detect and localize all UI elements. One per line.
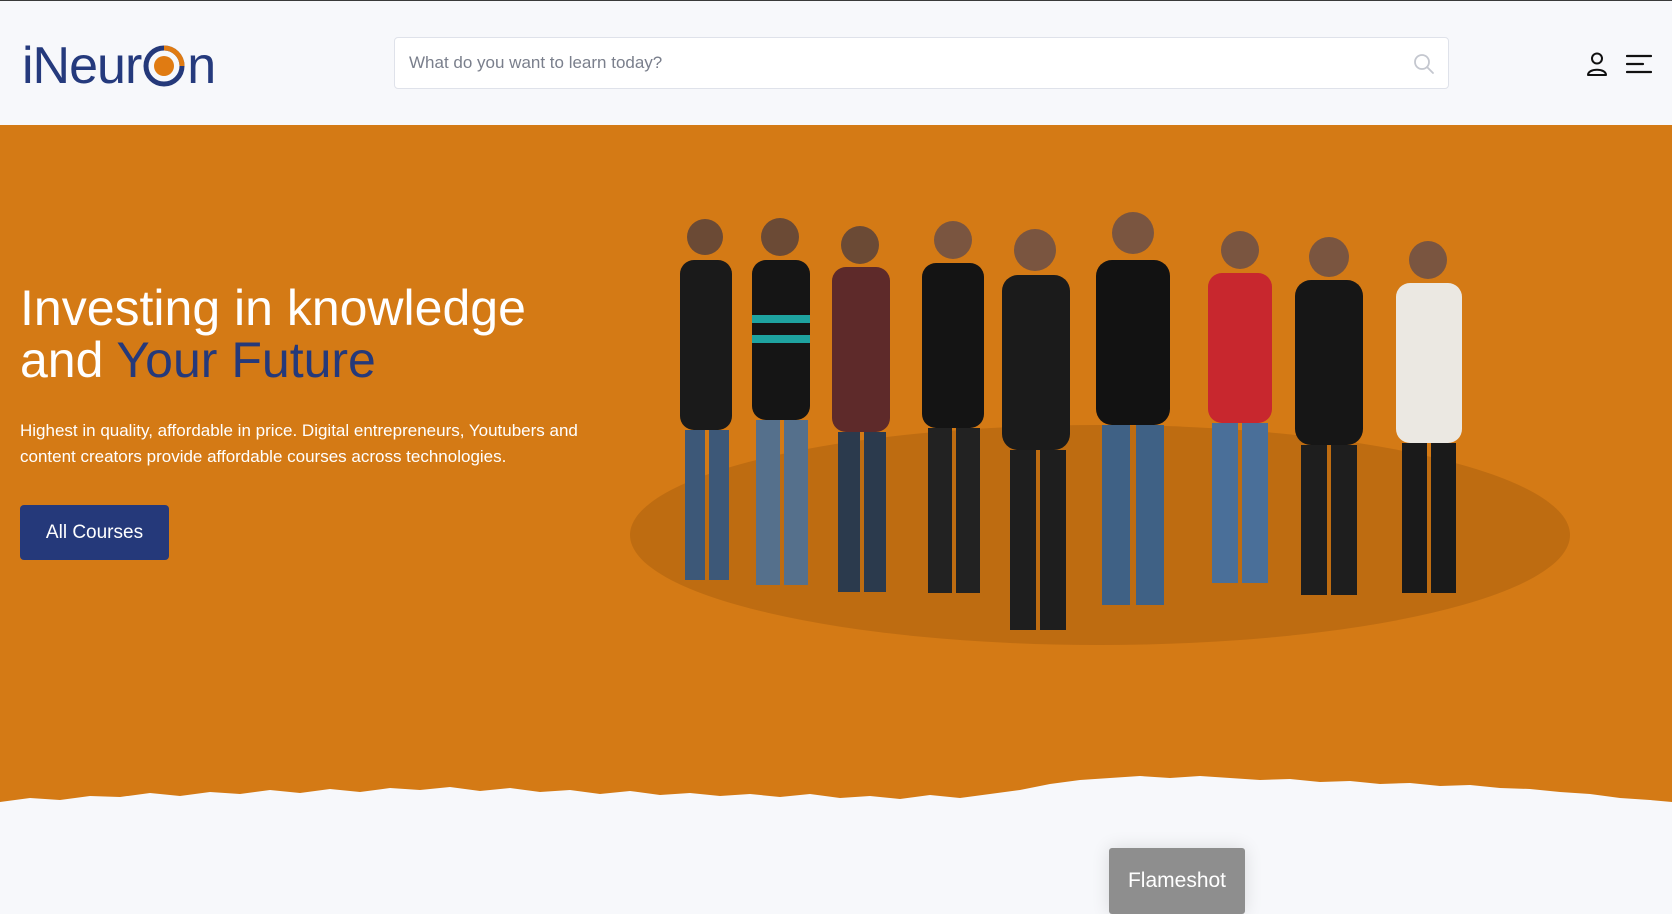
logo-o-icon xyxy=(142,44,186,88)
search-icon[interactable] xyxy=(1412,52,1436,76)
person-5 xyxy=(1002,229,1070,630)
navbar: iNeur n xyxy=(0,1,1672,125)
team-photo xyxy=(630,212,1570,645)
menu-icon[interactable] xyxy=(1626,54,1652,74)
hero-title: Investing in knowledge and Your Future xyxy=(20,282,526,386)
logo-text-prefix: iNeur xyxy=(22,37,142,95)
hero-subtitle: Highest in quality, affordable in price.… xyxy=(20,421,578,466)
logo-text-suffix: n xyxy=(187,37,216,95)
flameshot-tooltip: Flameshot xyxy=(1109,848,1245,914)
search-input[interactable] xyxy=(395,38,1448,88)
ineuron-logo[interactable]: iNeur n xyxy=(22,36,216,96)
all-courses-button[interactable]: All Courses xyxy=(20,505,169,560)
torn-paper-edge xyxy=(0,776,1672,860)
user-icon[interactable] xyxy=(1585,51,1609,77)
hero-title-accent: Your Future xyxy=(116,332,376,388)
hero-title-prefix: and xyxy=(20,332,117,388)
search-bar xyxy=(394,37,1449,89)
hero-title-line1: Investing in knowledge xyxy=(20,280,526,336)
